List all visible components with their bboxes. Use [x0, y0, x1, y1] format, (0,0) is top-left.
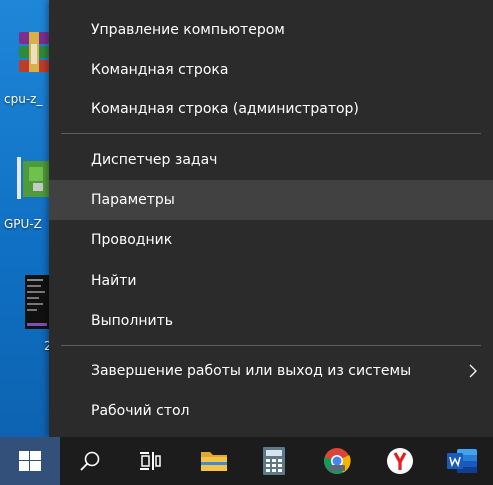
file-explorer-button[interactable] — [183, 437, 243, 485]
menu-item-desktop[interactable]: Рабочий стол — [49, 391, 493, 431]
menu-item-command-prompt[interactable]: Командная строка — [49, 50, 493, 90]
yandex-browser-icon — [387, 448, 413, 474]
chrome-beta-button[interactable] — [306, 437, 366, 485]
menu-item-task-manager[interactable]: Диспетчер задач — [49, 140, 493, 180]
taskbar — [0, 437, 493, 485]
menu-item-label: Рабочий стол — [91, 403, 190, 419]
calculator-icon — [263, 447, 285, 475]
menu-item-settings[interactable]: Параметры — [49, 180, 493, 220]
search-button[interactable] — [60, 437, 120, 485]
file-explorer-icon — [201, 452, 227, 471]
menu-item-label: Командная строка (администратор) — [91, 101, 359, 117]
gpu-z-icon — [17, 157, 49, 199]
yandex-browser-button[interactable] — [370, 437, 430, 485]
start-button[interactable] — [0, 437, 60, 485]
menu-item-label: Управление компьютером — [91, 22, 285, 38]
menu-item-shutdown-signout[interactable]: Завершение работы или выход из системы — [49, 351, 493, 391]
menu-item-label: Командная строка — [91, 62, 229, 78]
menu-item-command-prompt-admin[interactable]: Командная строка (администратор) — [49, 89, 493, 129]
word-icon — [447, 449, 477, 473]
windows-start-icon — [19, 451, 41, 471]
menu-item-label: Завершение работы или выход из системы — [91, 363, 412, 379]
calculator-button[interactable] — [244, 437, 304, 485]
desktop-icon-label: GPU-Z — [4, 217, 42, 231]
menu-item-label: Диспетчер задач — [91, 152, 218, 168]
menu-item-run[interactable]: Выполнить — [49, 301, 493, 341]
chevron-right-icon — [469, 364, 477, 378]
chrome-beta-icon — [324, 448, 351, 475]
cpu-z-icon — [19, 32, 49, 72]
menu-item-label: Проводник — [91, 232, 173, 248]
menu-item-computer-management[interactable]: Управление компьютером — [49, 10, 493, 50]
menu-item-label: Выполнить — [91, 313, 173, 329]
desktop-icon-label: cpu-z_ — [4, 92, 43, 106]
menu-item-search[interactable]: Найти — [49, 261, 493, 301]
menu-item-label: Найти — [91, 273, 137, 289]
task-view-icon — [140, 452, 161, 470]
word-button[interactable] — [433, 437, 493, 485]
menu-separator — [61, 133, 481, 134]
winx-context-menu: Управление компьютером Командная строка … — [49, 0, 493, 437]
menu-item-label: Параметры — [91, 192, 175, 208]
search-icon — [80, 451, 100, 471]
menu-separator — [61, 345, 481, 346]
menu-item-file-explorer[interactable]: Проводник — [49, 220, 493, 260]
file-icon — [25, 275, 49, 329]
task-view-button[interactable] — [120, 437, 180, 485]
